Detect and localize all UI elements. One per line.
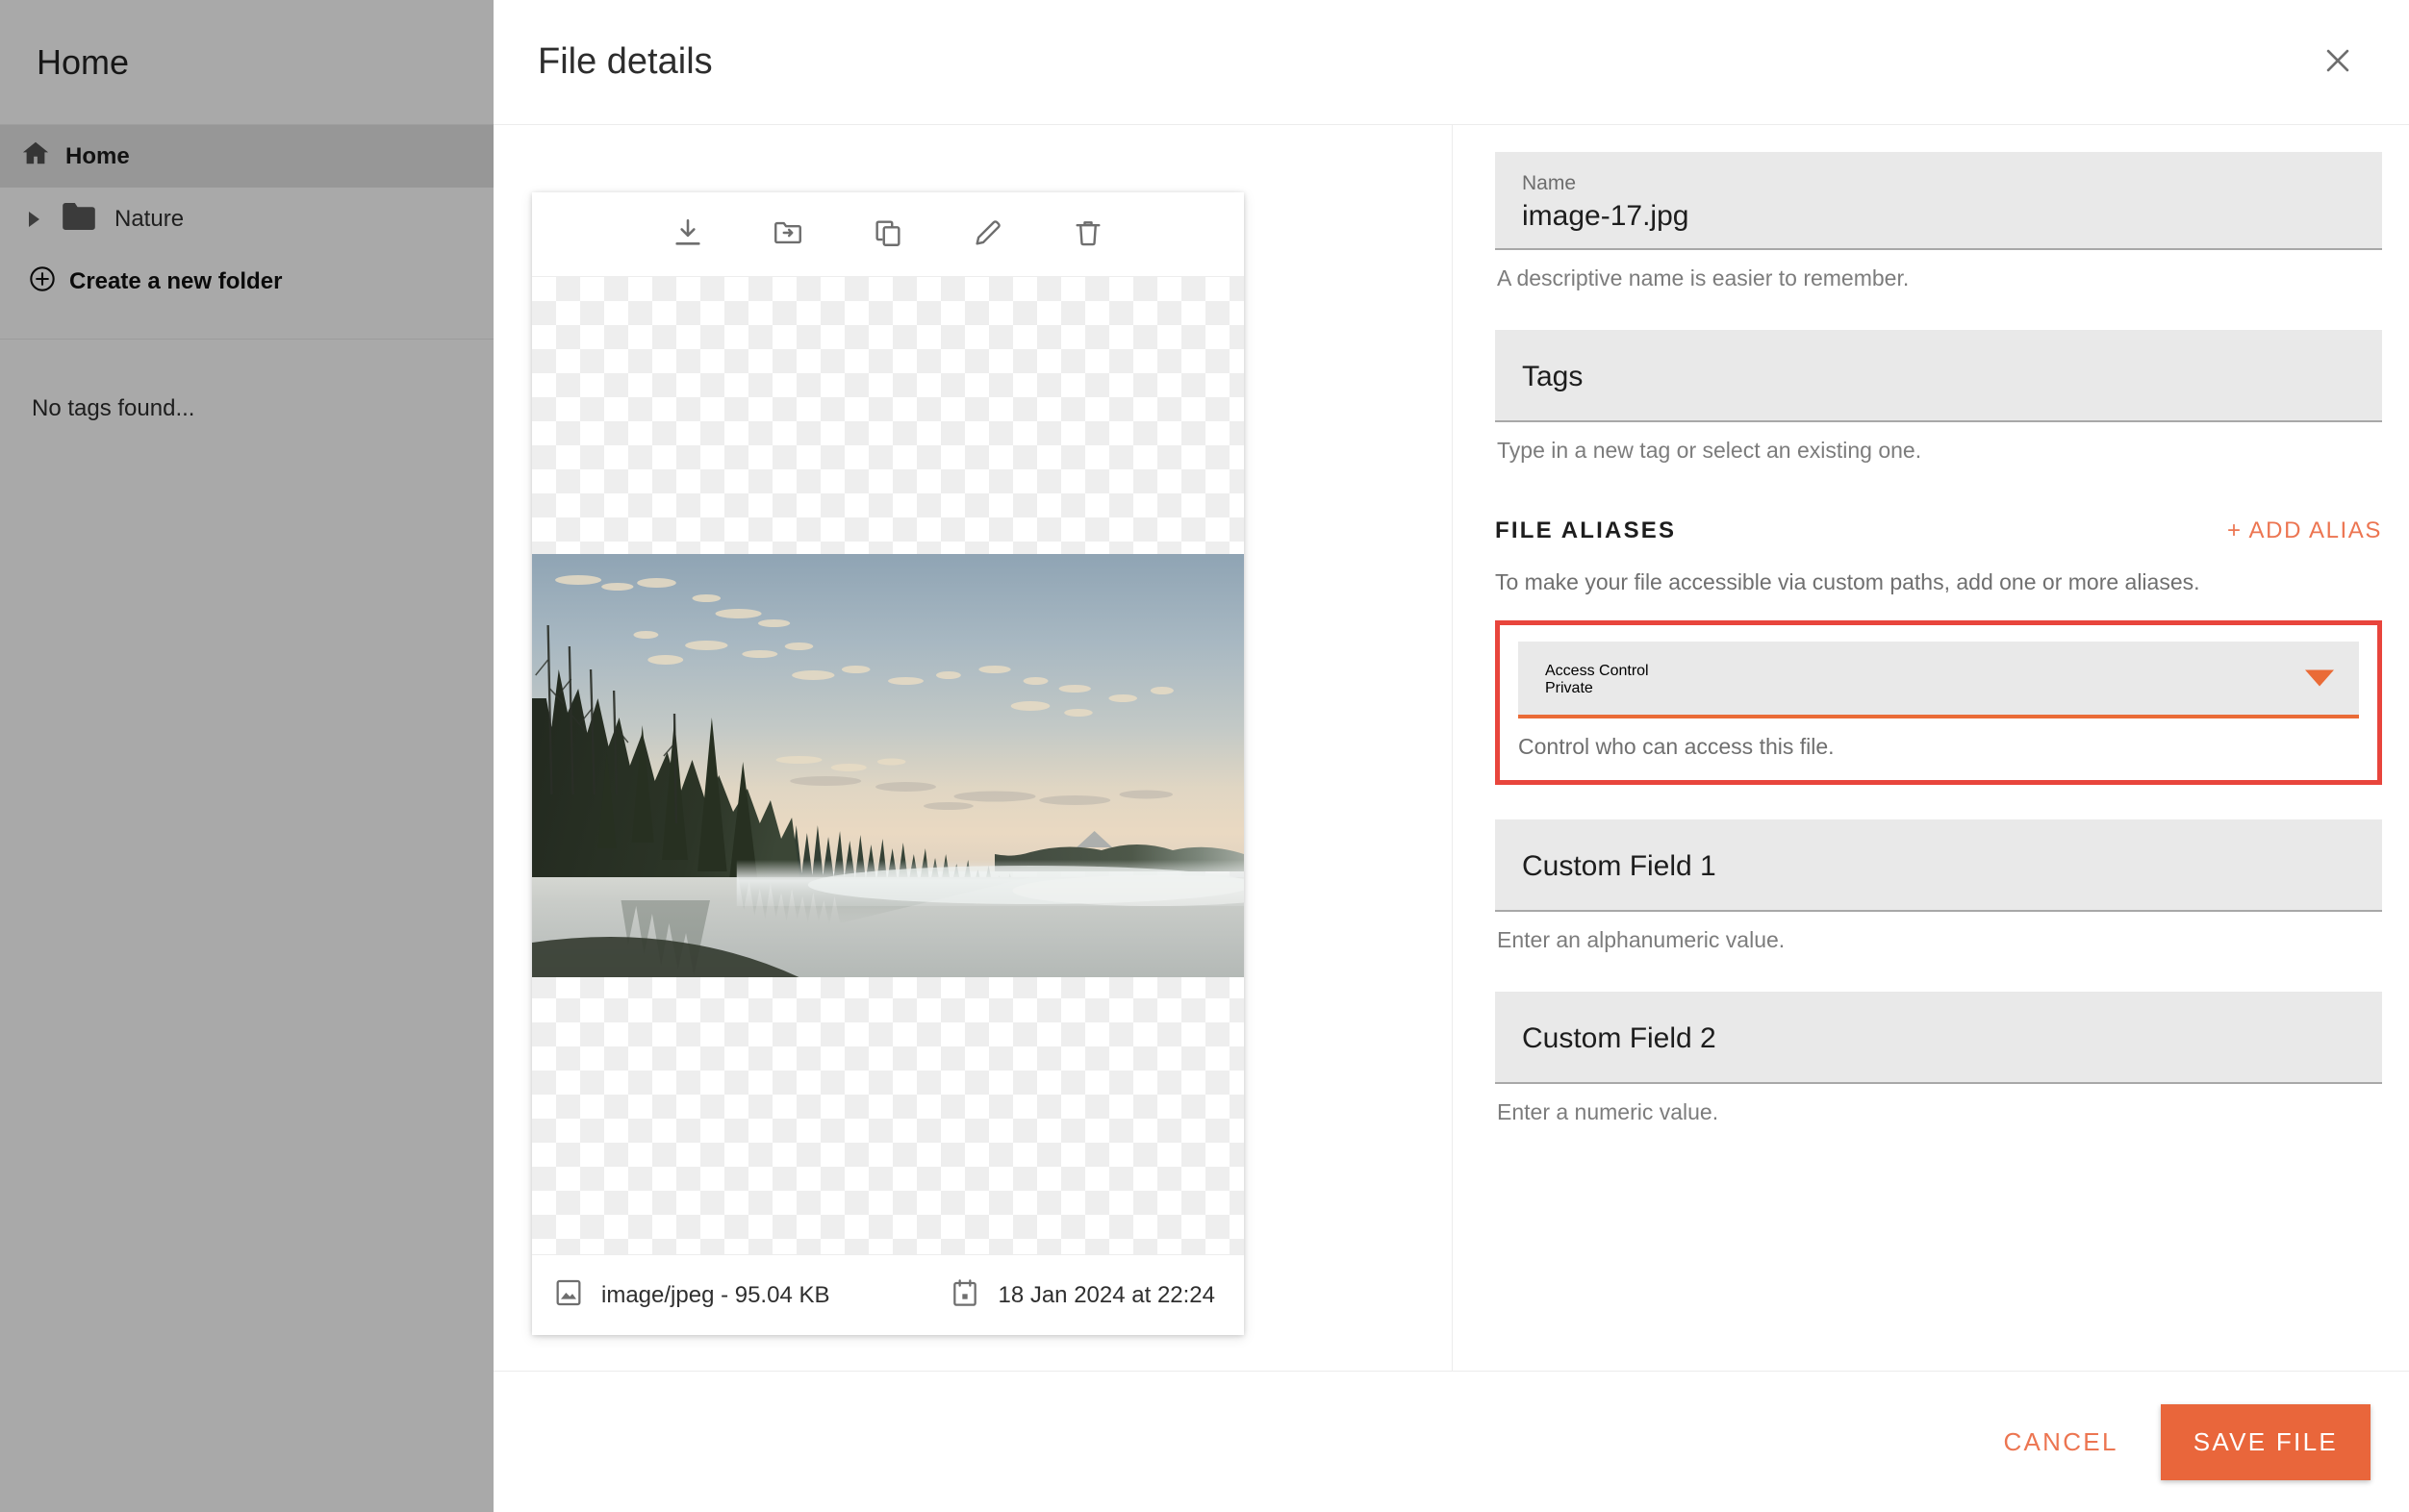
dialog-title: File details xyxy=(538,41,713,82)
preview-card: image/jpeg - 95.04 KB 18 Jan 2024 at 22:… xyxy=(532,192,1244,1335)
delete-trash-icon xyxy=(1072,216,1104,252)
calendar-icon xyxy=(950,1277,980,1313)
name-field-block: Name image-17.jpg A descriptive name is … xyxy=(1495,152,2382,291)
move-to-folder-button[interactable] xyxy=(766,213,810,257)
custom-field-1-help: Enter an alphanumeric value. xyxy=(1497,927,1786,953)
name-field-label: Name xyxy=(1522,172,1577,194)
access-control-block: Access Control Private Control who can a… xyxy=(1495,620,2382,786)
edit-pencil-icon xyxy=(972,216,1004,252)
copy-button[interactable] xyxy=(866,213,910,257)
form-pane: Name image-17.jpg A descriptive name is … xyxy=(1453,125,2409,1371)
dialog-footer: CANCEL SAVE FILE xyxy=(494,1371,2409,1512)
close-button[interactable] xyxy=(2311,36,2365,89)
edit-button[interactable] xyxy=(966,213,1010,257)
chevron-down-icon[interactable] xyxy=(2305,669,2334,687)
file-aliases-header: FILE ALIASES + ADD ALIAS xyxy=(1495,517,2382,544)
save-file-button[interactable]: SAVE FILE xyxy=(2160,1403,2371,1480)
preview-image xyxy=(532,554,1244,977)
add-alias-button[interactable]: + ADD ALIAS xyxy=(2227,517,2382,544)
image-icon xyxy=(553,1277,584,1313)
preview-toolbar xyxy=(532,192,1244,277)
name-field-help: A descriptive name is easier to remember… xyxy=(1497,265,1910,291)
access-control-help: Control who can access this file. xyxy=(1518,734,1835,760)
custom-field-2-block: Custom Field 2 Enter a numeric value. xyxy=(1495,992,2382,1125)
custom-field-1-block: Custom Field 1 Enter an alphanumeric val… xyxy=(1495,819,2382,953)
custom-field-1[interactable]: Custom Field 1 xyxy=(1495,819,2382,913)
custom-field-2-placeholder: Custom Field 2 xyxy=(1522,1022,1716,1055)
download-button[interactable] xyxy=(666,213,710,257)
file-details-dialog: File details image/jpeg - 95.04 KB 18 Ja… xyxy=(494,0,2409,1512)
file-type-group: image/jpeg - 95.04 KB xyxy=(553,1277,829,1313)
move-to-folder-icon xyxy=(772,216,804,252)
preview-pane: image/jpeg - 95.04 KB 18 Jan 2024 at 22:… xyxy=(494,125,1453,1371)
dialog-body: image/jpeg - 95.04 KB 18 Jan 2024 at 22:… xyxy=(494,125,2409,1371)
name-field[interactable]: Name image-17.jpg xyxy=(1495,152,2382,251)
preview-metadata-bar: image/jpeg - 95.04 KB 18 Jan 2024 at 22:… xyxy=(532,1254,1244,1335)
access-control-select[interactable]: Access Control Private xyxy=(1518,642,2359,719)
delete-button[interactable] xyxy=(1066,213,1110,257)
download-icon xyxy=(672,216,704,252)
access-control-value: Private xyxy=(1545,680,1593,697)
tags-field[interactable]: Tags xyxy=(1495,330,2382,423)
tags-field-placeholder: Tags xyxy=(1522,361,1584,393)
file-aliases-description: To make your file accessible via custom … xyxy=(1495,569,2200,595)
tags-field-help: Type in a new tag or select an existing … xyxy=(1497,438,1922,464)
tags-field-block: Tags Type in a new tag or select an exis… xyxy=(1495,330,2382,464)
preview-canvas xyxy=(532,277,1244,1254)
name-field-value: image-17.jpg xyxy=(1522,200,1689,233)
custom-field-2-help: Enter a numeric value. xyxy=(1497,1099,1719,1125)
custom-field-1-placeholder: Custom Field 1 xyxy=(1522,850,1716,883)
cancel-button[interactable]: CANCEL xyxy=(1974,1408,2146,1476)
close-icon xyxy=(2321,44,2354,80)
file-date-group: 18 Jan 2024 at 22:24 xyxy=(950,1277,1215,1313)
custom-field-2[interactable]: Custom Field 2 xyxy=(1495,992,2382,1085)
copy-icon xyxy=(872,216,904,252)
access-control-label: Access Control xyxy=(1545,663,1649,680)
file-aliases-title: FILE ALIASES xyxy=(1495,517,1677,544)
dialog-header: File details xyxy=(494,0,2409,125)
file-type-size: image/jpeg - 95.04 KB xyxy=(601,1281,830,1308)
file-date: 18 Jan 2024 at 22:24 xyxy=(998,1281,1215,1308)
